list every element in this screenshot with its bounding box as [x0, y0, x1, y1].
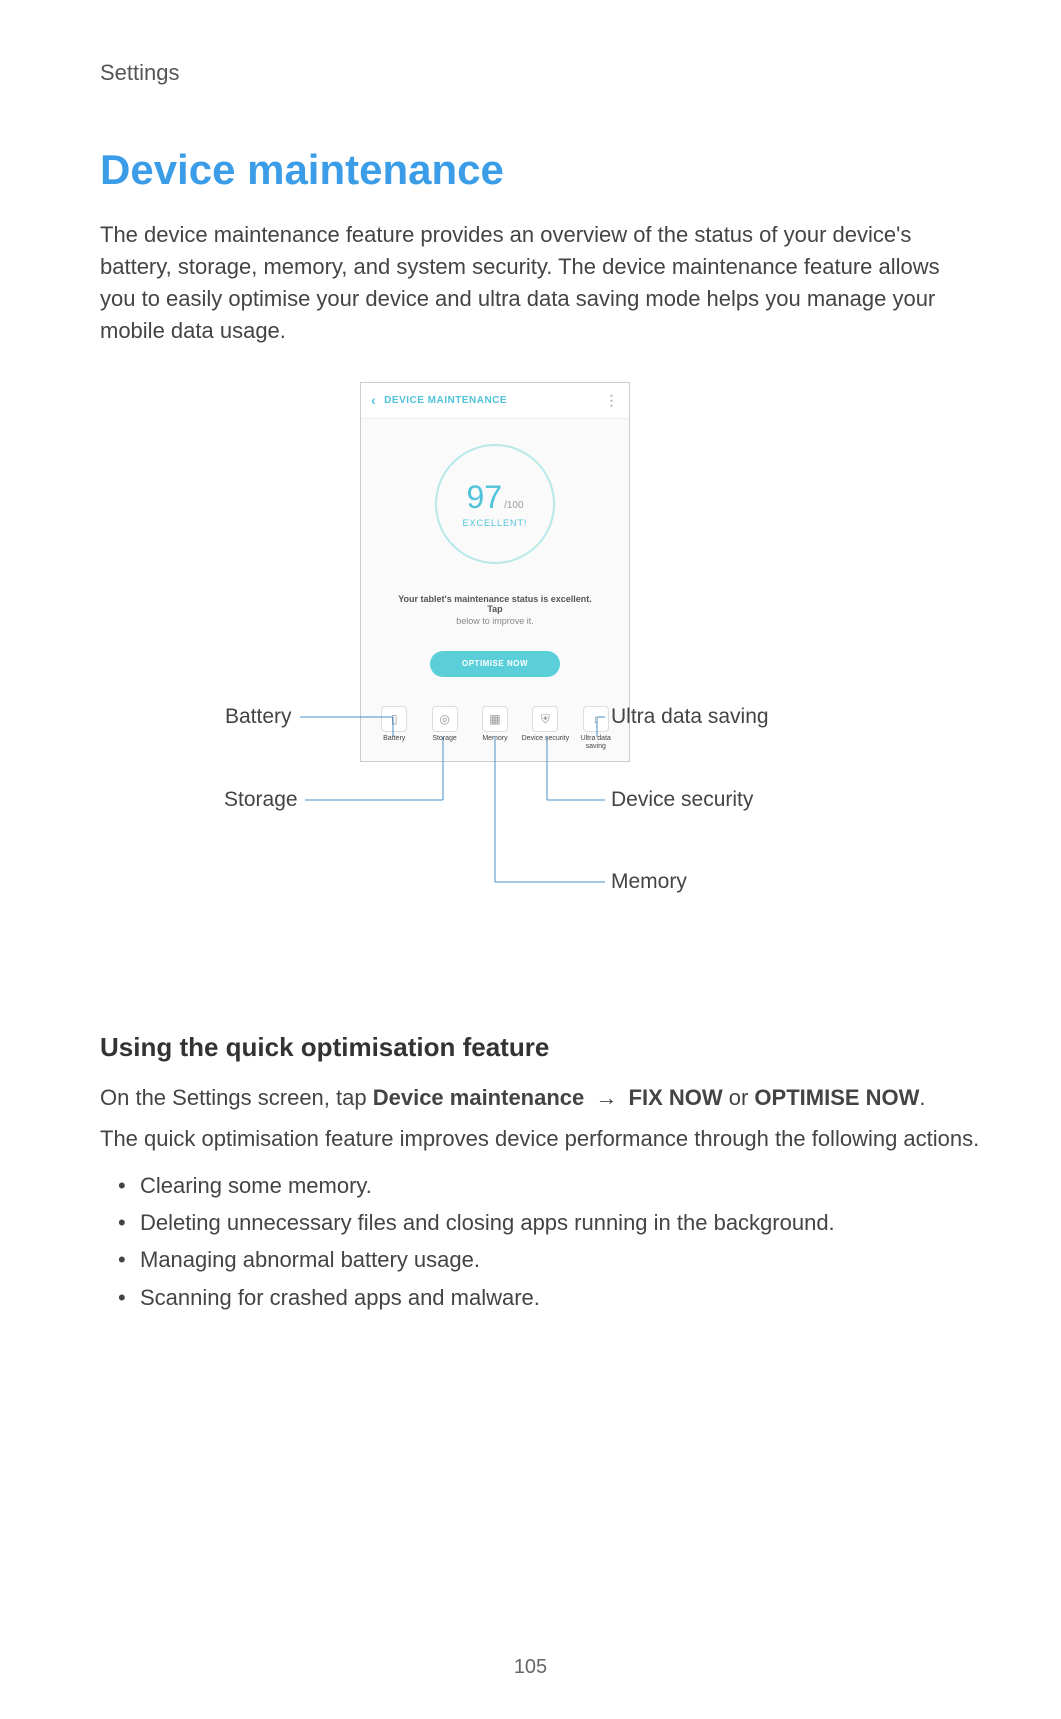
- back-icon: ‹: [371, 392, 376, 408]
- data-saving-icon: ↓: [583, 706, 609, 732]
- callout-battery: Battery: [225, 705, 292, 729]
- status-text-2: below to improve it.: [361, 616, 629, 626]
- score-max: /100: [504, 500, 523, 511]
- instruction-or: or: [723, 1085, 755, 1110]
- list-item: Scanning for crashed apps and malware.: [100, 1279, 981, 1316]
- icon-label: Device security: [522, 735, 569, 743]
- icon-label: Battery: [383, 735, 405, 743]
- optimise-now-button[interactable]: OPTIMISE NOW: [430, 651, 560, 677]
- callout-storage: Storage: [224, 788, 298, 812]
- instruction-target-1: Device maintenance: [373, 1085, 585, 1110]
- memory-icon: ▦: [482, 706, 508, 732]
- score-circle: 97/100 EXCELLENT!: [435, 444, 555, 564]
- phone-screenshot: ‹ DEVICE MAINTENANCE ⋮ 97/100 EXCELLENT!…: [360, 382, 630, 762]
- icons-row: ▯ Battery ◎ Storage ▦ Memory ⛨ Device se…: [361, 706, 629, 750]
- icon-label: Storage: [432, 735, 457, 743]
- list-item: Deleting unnecessary files and closing a…: [100, 1204, 981, 1241]
- list-item: Managing abnormal battery usage.: [100, 1241, 981, 1278]
- callout-ultra-data-saving: Ultra data saving: [611, 705, 769, 729]
- score-status: EXCELLENT!: [462, 518, 527, 528]
- diagram-area: ‹ DEVICE MAINTENANCE ⋮ 97/100 EXCELLENT!…: [100, 382, 981, 982]
- storage-icon: ◎: [432, 706, 458, 732]
- page-number: 105: [0, 1656, 1061, 1679]
- score-value: 97: [466, 479, 502, 515]
- phone-header: ‹ DEVICE MAINTENANCE ⋮: [361, 383, 629, 419]
- arrow-icon: →: [595, 1085, 617, 1110]
- instruction-target-2: FIX NOW: [629, 1085, 723, 1110]
- intro-paragraph: The device maintenance feature provides …: [100, 219, 981, 347]
- status-text-1: Your tablet's maintenance status is exce…: [361, 594, 629, 614]
- instruction-suffix: .: [919, 1085, 925, 1110]
- page-title: Device maintenance: [100, 146, 981, 194]
- callout-memory: Memory: [611, 870, 687, 894]
- instruction-prefix: On the Settings screen, tap: [100, 1085, 373, 1110]
- more-icon: ⋮: [605, 392, 620, 409]
- callout-device-security: Device security: [611, 788, 753, 812]
- icon-battery[interactable]: ▯ Battery: [370, 706, 418, 750]
- section-heading: Using the quick optimisation feature: [100, 1032, 981, 1063]
- icon-label: Memory: [482, 735, 507, 743]
- phone-header-title: DEVICE MAINTENANCE: [384, 395, 507, 406]
- list-item: Clearing some memory.: [100, 1167, 981, 1204]
- shield-icon: ⛨: [532, 706, 558, 732]
- breadcrumb: Settings: [100, 60, 981, 86]
- icon-memory[interactable]: ▦ Memory: [471, 706, 519, 750]
- body-paragraph: The quick optimisation feature improves …: [100, 1122, 981, 1155]
- battery-icon: ▯: [381, 706, 407, 732]
- bullet-list: Clearing some memory. Deleting unnecessa…: [100, 1167, 981, 1317]
- icon-label: Ultra data saving: [572, 735, 620, 750]
- instruction-target-3: OPTIMISE NOW: [754, 1085, 919, 1110]
- icon-security[interactable]: ⛨ Device security: [521, 706, 569, 750]
- icon-storage[interactable]: ◎ Storage: [421, 706, 469, 750]
- instruction-line: On the Settings screen, tap Device maint…: [100, 1081, 981, 1114]
